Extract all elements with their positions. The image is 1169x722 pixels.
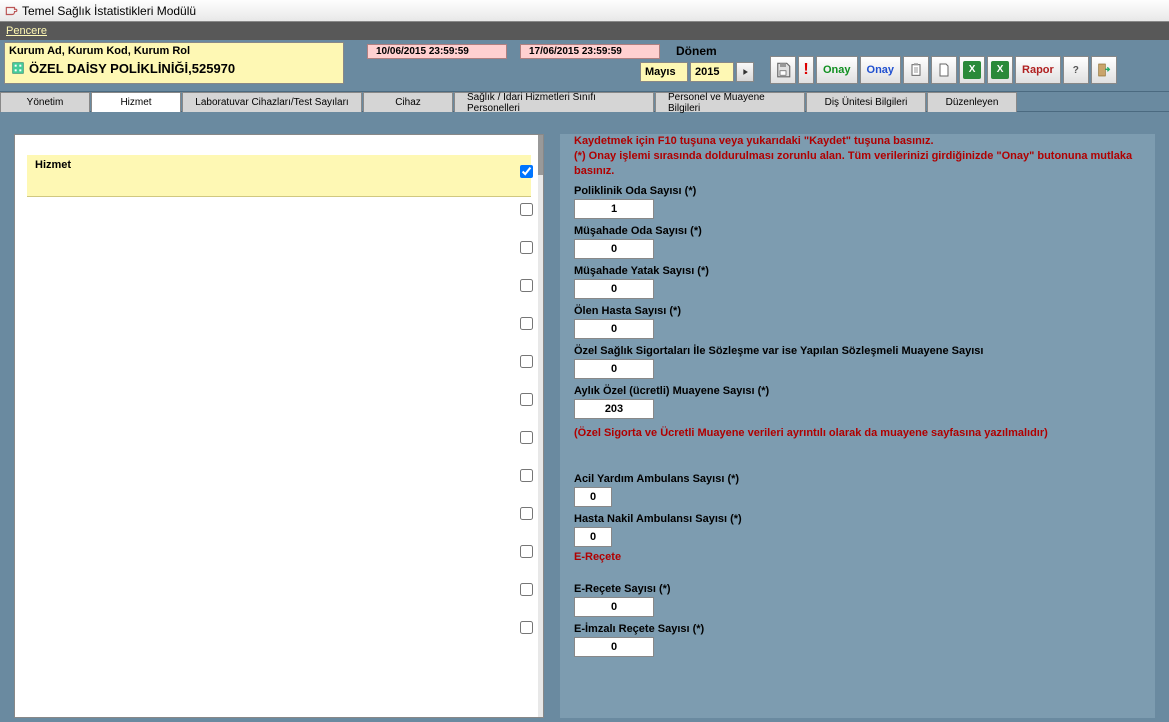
label-eimzali: E-İmzalı Reçete Sayısı (*) [574, 623, 1147, 635]
exit-button[interactable] [1091, 56, 1117, 84]
tab-yonetim[interactable]: Yönetim [0, 92, 90, 112]
excel-export-1-button[interactable]: X [959, 56, 985, 84]
hizmet-list-header: Hizmet [27, 155, 531, 197]
hizmet-checkbox-5[interactable] [520, 317, 533, 330]
checkbox-column [520, 165, 533, 634]
label-acil-ambulans: Acil Yardım Ambulans Sayısı (*) [574, 473, 1147, 485]
hizmet-checkbox-9[interactable] [520, 469, 533, 482]
hizmet-list-panel: Hizmet [14, 134, 544, 718]
java-icon [4, 4, 18, 18]
title-bar: Temel Sağlık İstatistikleri Modülü [0, 0, 1169, 22]
main-toolbar: ! Onay Onay X X Rapor ? [770, 56, 1117, 84]
input-poliklinik[interactable]: 1 [574, 199, 654, 219]
new-document-button[interactable] [931, 56, 957, 84]
input-ozel-sigorta[interactable]: 0 [574, 359, 654, 379]
input-acil-ambulans[interactable]: 0 [574, 487, 612, 507]
input-musahade-oda[interactable]: 0 [574, 239, 654, 259]
period-year[interactable]: 2015 [690, 62, 734, 82]
hizmet-checkbox-6[interactable] [520, 355, 533, 368]
date-field-1[interactable]: 10/06/2015 23:59:59 [367, 44, 507, 59]
label-musahade-yatak: Müşahade Yatak Sayısı (*) [574, 265, 1147, 277]
left-scrollbar[interactable] [538, 135, 543, 717]
label-poliklinik: Poliklinik Oda Sayısı (*) [574, 185, 1147, 197]
label-aylik-ozel: Aylık Özel (ücretli) Muayene Sayısı (*) [574, 385, 1147, 397]
onay-green-button[interactable]: Onay [816, 56, 858, 84]
label-nakil-ambulans: Hasta Nakil Ambulansı Sayısı (*) [574, 513, 1147, 525]
warning-block: Kaydetmek için F10 tuşuna veya yukarıdak… [574, 134, 1147, 179]
office-icon [9, 59, 27, 77]
hizmet-checkbox-10[interactable] [520, 507, 533, 520]
label-olen-hasta: Ölen Hasta Sayısı (*) [574, 305, 1147, 317]
scroll-thumb[interactable] [538, 135, 543, 175]
input-eimzali[interactable]: 0 [574, 637, 654, 657]
hizmet-checkbox-8[interactable] [520, 431, 533, 444]
note-ozel-sigorta: (Özel Sigorta ve Ücretli Muayene veriler… [574, 427, 1147, 439]
input-erecete[interactable]: 0 [574, 597, 654, 617]
date-field-2[interactable]: 17/06/2015 23:59:59 [520, 44, 660, 59]
window-title: Temel Sağlık İstatistikleri Modülü [22, 4, 196, 18]
clipboard-button[interactable] [903, 56, 929, 84]
tab-hizmet[interactable]: Hizmet [91, 92, 181, 112]
tab-saglik-personel[interactable]: Sağlık / İdari Hizmetleri Sınıfı Persone… [454, 92, 654, 112]
period-selector: Mayıs 2015 [640, 62, 754, 82]
tab-personel-muayene[interactable]: Personel ve Muayene Bilgileri [655, 92, 805, 112]
hizmet-checkbox-3[interactable] [520, 241, 533, 254]
institution-text: ÖZEL DAİSY POLİKLİNİĞİ,525970 [29, 61, 235, 76]
tab-bar: Yönetim Hizmet Laboratuvar Cihazları/Tes… [0, 92, 1169, 112]
hizmet-checkbox-7[interactable] [520, 393, 533, 406]
menu-bar[interactable]: Pencere [0, 22, 1169, 40]
form-panel: Kaydetmek için F10 tuşuna veya yukarıdak… [560, 134, 1155, 718]
rapor-button[interactable]: Rapor [1015, 56, 1061, 84]
tab-duzenleyen[interactable]: Düzenleyen [927, 92, 1017, 112]
help-button[interactable]: ? [1063, 56, 1089, 84]
input-aylik-ozel[interactable]: 203 [574, 399, 654, 419]
period-month[interactable]: Mayıs [640, 62, 688, 82]
input-musahade-yatak[interactable]: 0 [574, 279, 654, 299]
input-nakil-ambulans[interactable]: 0 [574, 527, 612, 547]
alert-icon[interactable]: ! [798, 56, 814, 84]
institution-header: Kurum Ad, Kurum Kod, Kurum Rol [9, 45, 339, 57]
save-button[interactable] [770, 56, 796, 84]
hizmet-checkbox-4[interactable] [520, 279, 533, 292]
institution-box: Kurum Ad, Kurum Kod, Kurum Rol ÖZEL DAİS… [4, 42, 344, 84]
period-label: Dönem [676, 44, 717, 58]
tab-laboratuvar[interactable]: Laboratuvar Cihazları/Test Sayıları [182, 92, 362, 112]
onay-blue-button[interactable]: Onay [860, 56, 902, 84]
hizmet-checkbox-13[interactable] [520, 621, 533, 634]
top-toolbar-area: Kurum Ad, Kurum Kod, Kurum Rol ÖZEL DAİS… [0, 40, 1169, 92]
label-ozel-sigorta: Özel Sağlık Sigortaları İle Sözleşme var… [574, 345, 1074, 357]
menu-window[interactable]: Pencere [6, 25, 47, 37]
hizmet-checkbox-12[interactable] [520, 583, 533, 596]
excel-export-2-button[interactable]: X [987, 56, 1013, 84]
hizmet-checkbox-2[interactable] [520, 203, 533, 216]
content-area: Hizmet Kaydetmek için F10 tuşuna veya yu… [0, 112, 1169, 722]
label-musahade-oda: Müşahade Oda Sayısı (*) [574, 225, 1147, 237]
tab-dis-unitesi[interactable]: Diş Ünitesi Bilgileri [806, 92, 926, 112]
warn-line-1: Kaydetmek için F10 tuşuna veya yukarıdak… [574, 134, 1147, 149]
tab-cihaz[interactable]: Cihaz [363, 92, 453, 112]
label-erecete: E-Reçete Sayısı (*) [574, 583, 1147, 595]
erecete-heading: E-Reçete [574, 551, 1147, 563]
hizmet-checkbox-1[interactable] [520, 165, 533, 178]
hizmet-checkbox-11[interactable] [520, 545, 533, 558]
input-olen-hasta[interactable]: 0 [574, 319, 654, 339]
institution-value: ÖZEL DAİSY POLİKLİNİĞİ,525970 [9, 59, 339, 77]
warn-line-2: (*) Onay işlemi sırasında doldurulması z… [574, 149, 1147, 179]
period-confirm-button[interactable] [736, 62, 754, 82]
